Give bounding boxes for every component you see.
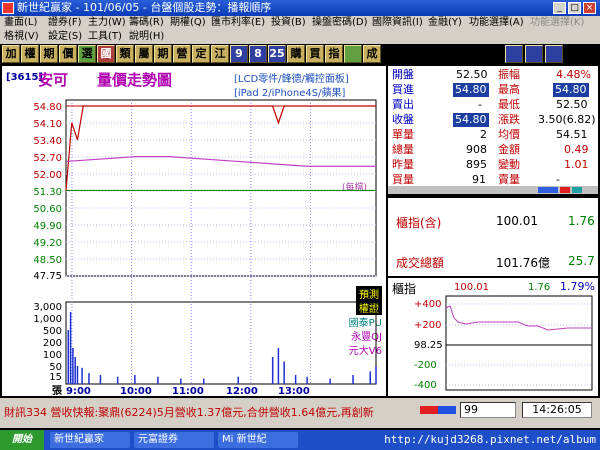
strip-seg-blue bbox=[538, 187, 558, 193]
minimize-button[interactable]: _ bbox=[553, 2, 566, 14]
index-summary-panel: 櫃指(含) 100.01 1.76 成交總額 101.76億 25.7 bbox=[388, 196, 598, 276]
ticker-indicator bbox=[420, 406, 456, 414]
quote-row-lot: 單量 2 均價 54.51 bbox=[392, 128, 588, 141]
menu-trading-code[interactable]: 操盤密碼(D) bbox=[312, 16, 368, 30]
menu-screen[interactable]: 畫面(L) bbox=[4, 16, 37, 30]
menu-international[interactable]: 國際資訊(I) bbox=[372, 16, 423, 30]
volume-frame bbox=[65, 301, 377, 385]
task-item-2[interactable]: 元富證券 bbox=[134, 432, 214, 448]
news-ticker[interactable]: 財訊334 營收快報:聚鼎(6224)5月營收1.37億元,合併營收1.64億元… bbox=[4, 404, 414, 420]
watermark-url: http://kujd3268.pixnet.net/album bbox=[384, 433, 596, 446]
turnover-label: 成交總額 bbox=[396, 256, 445, 270]
menu-chips[interactable]: 籌碼(R) bbox=[129, 16, 164, 30]
menu-settings[interactable]: 設定(S) bbox=[48, 30, 82, 44]
menu-help[interactable]: 說明(H) bbox=[129, 30, 164, 44]
menu-securities[interactable]: 證券(F) bbox=[48, 16, 82, 30]
tb-page-next[interactable] bbox=[545, 45, 563, 63]
otc-index-chart: 櫃指 100.01 1.76 1.79% +400 +200 98.25 -20… bbox=[388, 278, 598, 396]
tb-operate[interactable]: 營 bbox=[173, 45, 191, 63]
window-title: 新世紀贏家 - 101/06/05 - 台盤個股走勢：播報順序 bbox=[17, 1, 272, 14]
tb-futures[interactable]: 期 bbox=[40, 45, 58, 63]
quote-row-close: 收盤 54.80 漲跌 3.50(6.82) bbox=[392, 113, 596, 127]
tb-buy[interactable]: 購 bbox=[287, 45, 305, 63]
menu-options[interactable]: 期權(Q) bbox=[170, 16, 206, 30]
strip-seg-red bbox=[560, 187, 570, 193]
index-chart-svg bbox=[445, 295, 593, 391]
menu-invest[interactable]: 投資(B) bbox=[271, 16, 306, 30]
index-line bbox=[445, 305, 592, 331]
turnover-change: 25.7 bbox=[568, 254, 595, 268]
menu-finance[interactable]: 金融(Y) bbox=[428, 16, 462, 30]
quote-row-buy-volume: 買量 91 賣量 - bbox=[392, 173, 560, 186]
index-summary-label: 櫃指(含) bbox=[396, 216, 442, 230]
turnover-value: 101.76億 bbox=[496, 256, 550, 270]
toolbar: 加 權 期 價 選 國 類 屬 期 營 定 江 9 8 25 購 買 指 成 bbox=[0, 44, 600, 64]
menu-bar-secondary: 格視(V) 設定(S) 工具(T) 說明(H) bbox=[0, 30, 600, 44]
index-summary-value: 100.01 bbox=[496, 214, 538, 228]
menu-function-a[interactable]: 功能選擇(A) bbox=[469, 16, 524, 30]
average-price-line bbox=[65, 156, 376, 167]
tb-sell[interactable]: 買 bbox=[306, 45, 324, 63]
tb-weight[interactable]: 權 bbox=[21, 45, 39, 63]
quote-row-open: 開盤 52.50 振幅 4.48% bbox=[392, 68, 591, 81]
tb-river[interactable]: 江 bbox=[211, 45, 229, 63]
maximize-button[interactable]: □ bbox=[568, 2, 581, 14]
tb-price[interactable]: 價 bbox=[59, 45, 77, 63]
app-window: 新世紀贏家 - 101/06/05 - 台盤個股走勢：播報順序 _ □ × 畫面… bbox=[0, 0, 600, 450]
tb-belong[interactable]: 屬 bbox=[135, 45, 153, 63]
command-input[interactable]: 99 bbox=[460, 402, 516, 418]
tb-term[interactable]: 期 bbox=[154, 45, 172, 63]
menu-tools[interactable]: 工具(T) bbox=[88, 30, 122, 44]
task-item-1[interactable]: 新世紀贏家 bbox=[50, 432, 130, 448]
quote-row-bid: 買進 54.80 最高 54.80 bbox=[392, 83, 589, 97]
menu-view[interactable]: 格視(V) bbox=[4, 30, 39, 44]
taskbar: 開始 新世紀贏家 元富證券 Mi 新世紀 http://kujd3268.pix… bbox=[0, 430, 600, 450]
start-button[interactable]: 開始 bbox=[0, 430, 44, 450]
task-item-3[interactable]: Mi 新世紀 bbox=[218, 432, 298, 448]
tb-select[interactable]: 選 bbox=[78, 45, 96, 63]
quote-row-prev-volume: 昨量 895 變動 1.01 bbox=[392, 158, 589, 171]
tb-25[interactable]: 25 bbox=[268, 45, 286, 63]
index-frame bbox=[445, 295, 593, 391]
tb-category[interactable]: 類 bbox=[116, 45, 134, 63]
menu-function-k[interactable]: 功能選擇(K) bbox=[530, 16, 584, 30]
tb-8[interactable]: 8 bbox=[249, 45, 267, 63]
clock: 14:26:05 bbox=[522, 402, 592, 418]
menu-bar-main: 畫面(L) 證券(F) 主力(W) 籌碼(R) 期權(Q) 匯市利率(E) 投資… bbox=[0, 16, 600, 30]
tb-page[interactable] bbox=[525, 45, 543, 63]
tb-9[interactable]: 9 bbox=[230, 45, 248, 63]
tb-done[interactable]: 成 bbox=[363, 45, 381, 63]
quote-row-ask: 賣出 - 最低 52.50 bbox=[392, 98, 588, 111]
status-bar: 財訊334 營收快報:聚鼎(6224)5月營收1.37億元,合併營收1.64億元… bbox=[0, 398, 600, 428]
price-volume-chart: [3615] 安可 量價走勢圖 [LCD零件/鋒德/觸控面板] [iPad 2/… bbox=[2, 66, 386, 397]
app-icon bbox=[2, 2, 14, 14]
tb-icon-1[interactable] bbox=[344, 45, 362, 63]
tb-set[interactable]: 定 bbox=[192, 45, 210, 63]
tb-country[interactable]: 國 bbox=[97, 45, 115, 63]
tb-add[interactable]: 加 bbox=[2, 45, 20, 63]
price-frame bbox=[65, 99, 377, 277]
quote-row-volume: 總量 908 金額 0.49 bbox=[392, 143, 589, 156]
order-strength-strip bbox=[388, 186, 598, 194]
tb-index[interactable]: 指 bbox=[325, 45, 343, 63]
menu-main-force[interactable]: 主力(W) bbox=[88, 16, 126, 30]
close-button[interactable]: × bbox=[583, 2, 596, 14]
quote-panel: 開盤 52.50 振幅 4.48% 買進 54.80 最高 54.80 賣出 -… bbox=[388, 66, 598, 194]
strip-seg-teal bbox=[572, 187, 582, 193]
chart-svg bbox=[65, 99, 377, 385]
menu-forex[interactable]: 匯市利率(E) bbox=[211, 16, 265, 30]
index-summary-change: 1.76 bbox=[568, 214, 595, 228]
price-line bbox=[65, 105, 376, 191]
title-bar: 新世紀贏家 - 101/06/05 - 台盤個股走勢：播報順序 _ □ × bbox=[0, 0, 600, 16]
tb-page-prev[interactable] bbox=[505, 45, 523, 63]
